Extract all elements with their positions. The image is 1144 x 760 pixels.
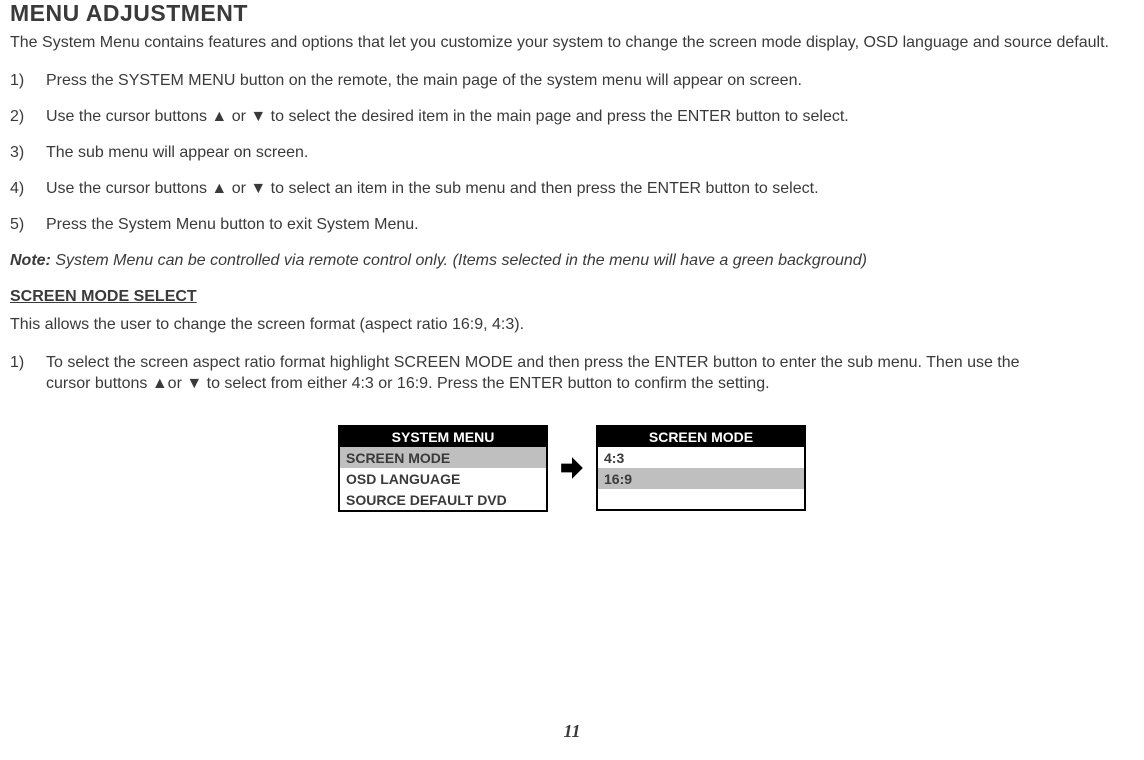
page-number: 11	[0, 721, 1144, 742]
step-text: The sub menu will appear on screen.	[46, 144, 308, 161]
step-item: 5) Press the System Menu button to exit …	[10, 216, 1134, 234]
screen-desc: This allows the user to change the scree…	[10, 316, 1134, 334]
system-menu-item: SOURCE DEFAULT DVD	[340, 489, 546, 510]
subheading-screen-mode: SCREEN MODE SELECT	[10, 288, 1134, 306]
screen-mode-item	[598, 489, 804, 509]
system-menu-header: SYSTEM MENU	[340, 427, 546, 447]
step-text: Press the System Menu button to exit Sys…	[46, 216, 419, 233]
screen-mode-item: 16:9	[598, 468, 804, 489]
note: Note: System Menu can be controlled via …	[10, 252, 1134, 270]
system-menu-box: SYSTEM MENU SCREEN MODE OSD LANGUAGE SOU…	[338, 425, 548, 512]
step-text: Use the cursor buttons ▲ or ▼ to select …	[46, 180, 819, 197]
step-text: Use the cursor buttons ▲ or ▼ to select …	[46, 108, 849, 125]
step-number: 1)	[10, 72, 24, 90]
step-number: 1)	[10, 352, 24, 374]
screen-mode-menu-box: SCREEN MODE 4:3 16:9	[596, 425, 806, 511]
step-number: 4)	[10, 180, 24, 198]
step-item: 4) Use the cursor buttons ▲ or ▼ to sele…	[10, 180, 1134, 198]
system-menu-item: SCREEN MODE	[340, 447, 546, 468]
screen-step: 1) To select the screen aspect ratio for…	[10, 352, 1134, 395]
menu-diagram: SYSTEM MENU SCREEN MODE OSD LANGUAGE SOU…	[10, 425, 1134, 512]
steps-list: 1) Press the SYSTEM MENU button on the r…	[10, 72, 1134, 234]
screen-mode-item: 4:3	[598, 447, 804, 468]
step-item: 2) Use the cursor buttons ▲ or ▼ to sele…	[10, 108, 1134, 126]
system-menu-item: OSD LANGUAGE	[340, 468, 546, 489]
note-text: System Menu can be controlled via remote…	[51, 252, 867, 269]
intro-text: The System Menu contains features and op…	[10, 33, 1134, 54]
note-label: Note:	[10, 252, 51, 269]
arrow-right-icon	[558, 454, 586, 482]
screen-step-line2: cursor buttons ▲or ▼ to select from eith…	[46, 375, 770, 392]
step-item: 1) Press the SYSTEM MENU button on the r…	[10, 72, 1134, 90]
page-title: MENU ADJUSTMENT	[10, 0, 1134, 27]
step-number: 5)	[10, 216, 24, 234]
screen-mode-header: SCREEN MODE	[598, 427, 804, 447]
step-text: Press the SYSTEM MENU button on the remo…	[46, 72, 802, 89]
step-number: 2)	[10, 108, 24, 126]
screen-step-line1: To select the screen aspect ratio format…	[46, 354, 1020, 371]
step-number: 3)	[10, 144, 24, 162]
step-item: 3) The sub menu will appear on screen.	[10, 144, 1134, 162]
